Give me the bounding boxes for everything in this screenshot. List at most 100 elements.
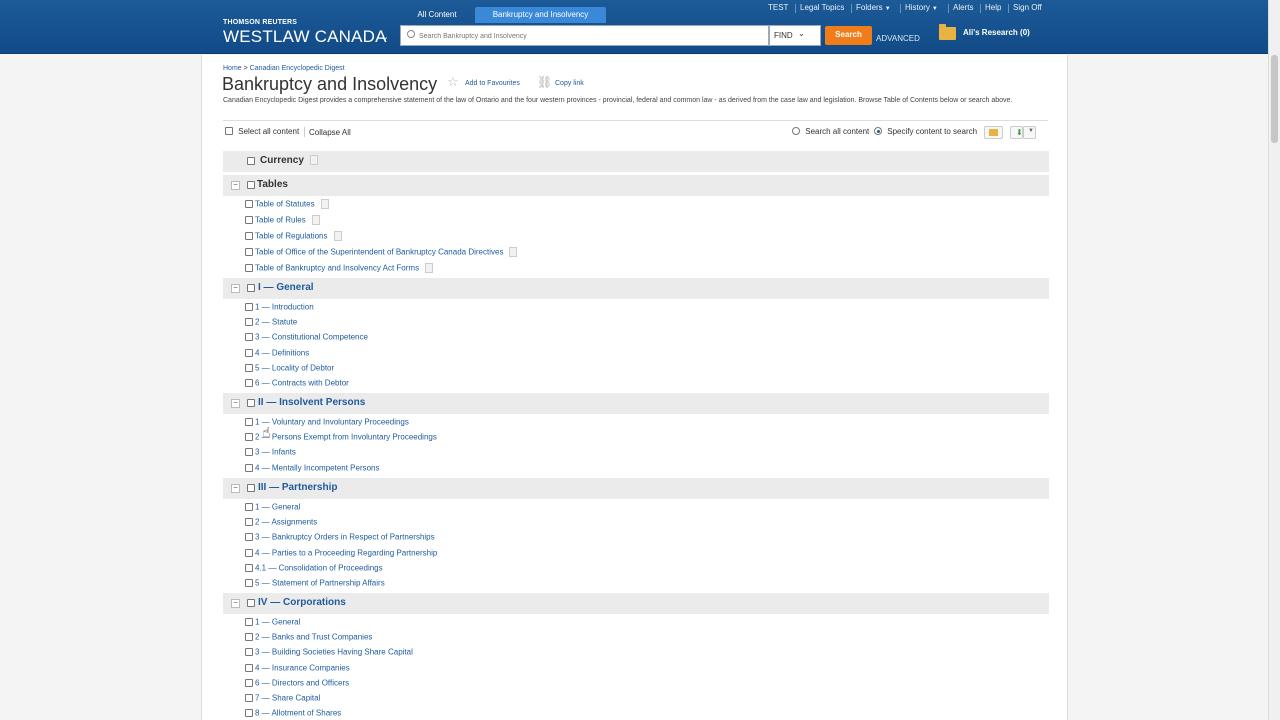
item-checkbox[interactable] xyxy=(245,517,253,526)
item-checkbox[interactable] xyxy=(245,632,253,641)
item-checkbox[interactable] xyxy=(245,693,253,702)
download-options-button[interactable]: ▼ xyxy=(1023,126,1036,139)
toc-link[interactable]: Table of Rules xyxy=(255,216,306,225)
nav-test[interactable]: TEST xyxy=(768,3,788,12)
breadcrumb-home[interactable]: Home xyxy=(223,65,242,72)
item-checkbox[interactable] xyxy=(245,563,253,572)
item-checkbox[interactable] xyxy=(245,502,253,511)
toc-link[interactable]: Table of Bankruptcy and Insolvency Act F… xyxy=(255,264,419,273)
brand-chevron-down-icon[interactable]: ⌄ xyxy=(380,30,389,43)
advanced-search-link[interactable]: ADVANCED xyxy=(876,34,920,43)
section-checkbox[interactable] xyxy=(247,599,255,607)
item-checkbox[interactable] xyxy=(245,348,253,357)
find-dropdown[interactable]: FIND ⌄ xyxy=(769,25,821,46)
document-icon[interactable] xyxy=(509,247,518,257)
section-title[interactable]: Tables xyxy=(257,179,288,190)
research-folder-link[interactable]: Ali's Research (0) xyxy=(963,28,1030,37)
add-to-folder-button[interactable] xyxy=(984,126,1003,139)
toc-link[interactable]: 4 — Mentally Incompetent Persons xyxy=(255,463,380,472)
item-checkbox[interactable] xyxy=(245,532,253,541)
currency-checkbox[interactable] xyxy=(247,157,255,165)
toc-link[interactable]: 6 — Contracts with Debtor xyxy=(255,378,349,387)
toc-link[interactable]: 3 — Infants xyxy=(255,447,296,456)
item-checkbox[interactable] xyxy=(245,647,253,656)
document-icon[interactable] xyxy=(333,231,342,241)
item-checkbox[interactable] xyxy=(245,232,253,240)
document-icon[interactable] xyxy=(425,263,434,273)
section-title[interactable]: III — Partnership xyxy=(258,482,337,493)
section-title[interactable]: IV — Corporations xyxy=(258,597,346,608)
section-title[interactable]: II — Insolvent Persons xyxy=(258,397,365,408)
collapse-toggle-icon[interactable]: − xyxy=(231,284,240,293)
folder-icon[interactable] xyxy=(939,24,956,40)
collapse-toggle-icon[interactable]: − xyxy=(231,599,240,608)
toc-link[interactable]: 4.1 — Consolidation of Proceedings xyxy=(255,563,383,572)
item-checkbox[interactable] xyxy=(245,432,253,441)
item-checkbox[interactable] xyxy=(245,248,253,256)
item-checkbox[interactable] xyxy=(245,332,253,341)
toc-link[interactable]: 3 — Building Societies Having Share Capi… xyxy=(255,647,413,656)
toc-link[interactable]: 1 — Voluntary and Involuntary Proceeding… xyxy=(255,417,409,426)
select-all-checkbox[interactable] xyxy=(225,127,233,135)
toc-link[interactable]: Table of Statutes xyxy=(255,200,315,209)
toc-link[interactable]: 4 — Definitions xyxy=(255,348,309,357)
toc-link[interactable]: Table of Regulations xyxy=(255,232,328,241)
item-checkbox[interactable] xyxy=(245,363,253,372)
item-checkbox[interactable] xyxy=(245,317,253,326)
toc-link[interactable]: 5 — Statement of Partnership Affairs xyxy=(255,578,385,587)
search-all-radio[interactable] xyxy=(792,127,800,135)
item-checkbox[interactable] xyxy=(245,463,253,472)
nav-help[interactable]: Help xyxy=(979,3,1001,13)
toc-link[interactable]: 4 — Insurance Companies xyxy=(255,663,350,672)
document-icon[interactable] xyxy=(311,215,320,225)
toc-link[interactable]: 2 — Persons Exempt from Involuntary Proc… xyxy=(255,432,437,441)
item-checkbox[interactable] xyxy=(245,200,253,208)
toc-link[interactable]: 2 — Banks and Trust Companies xyxy=(255,632,372,641)
collapse-all-link[interactable]: Collapse All xyxy=(309,128,351,137)
section-checkbox[interactable] xyxy=(247,284,255,292)
copy-link[interactable]: Copy link xyxy=(555,80,584,87)
document-icon[interactable] xyxy=(320,199,329,209)
toc-link[interactable]: 3 — Bankruptcy Orders in Respect of Part… xyxy=(255,532,435,541)
item-checkbox[interactable] xyxy=(245,708,253,717)
toc-link[interactable]: 1 — General xyxy=(255,502,300,511)
search-button[interactable]: Search xyxy=(825,26,872,45)
collapse-toggle-icon[interactable]: − xyxy=(231,399,240,408)
item-checkbox[interactable] xyxy=(245,548,253,557)
item-checkbox[interactable] xyxy=(245,663,253,672)
item-checkbox[interactable] xyxy=(245,378,253,387)
item-checkbox[interactable] xyxy=(245,447,253,456)
search-all-option[interactable]: Search all content xyxy=(792,127,869,137)
toc-link[interactable]: 1 — Introduction xyxy=(255,302,314,311)
brand-logo[interactable]: WESTLAW CANADA xyxy=(223,27,387,47)
download-button[interactable]: ⬇ xyxy=(1010,126,1023,139)
select-all-control[interactable]: Select all content xyxy=(225,127,299,137)
item-checkbox[interactable] xyxy=(245,678,253,687)
link-icon[interactable]: ⛓ xyxy=(537,75,552,89)
toc-link[interactable]: Table of Office of the Superintendent of… xyxy=(255,248,503,257)
item-checkbox[interactable] xyxy=(245,216,253,224)
toc-link[interactable]: 6 — Directors and Officers xyxy=(255,678,349,687)
collapse-toggle-icon[interactable]: − xyxy=(231,484,240,493)
nav-sign-off[interactable]: Sign Off xyxy=(1008,3,1042,13)
nav-legal-topics[interactable]: Legal Topics xyxy=(794,3,844,13)
specify-content-radio[interactable] xyxy=(874,127,882,135)
nav-folders[interactable]: Folders ▼ xyxy=(851,3,891,13)
toc-link[interactable]: 5 — Locality of Debtor xyxy=(255,363,334,372)
vertical-scrollbar[interactable] xyxy=(1268,0,1280,720)
item-checkbox[interactable] xyxy=(245,578,253,587)
toc-link[interactable]: 1 — General xyxy=(255,617,300,626)
section-checkbox[interactable] xyxy=(247,484,255,492)
section-checkbox[interactable] xyxy=(247,181,255,189)
toc-link[interactable]: 2 — Statute xyxy=(255,317,297,326)
toc-link[interactable]: 2 — Assignments xyxy=(255,517,317,526)
toc-link[interactable]: 7 — Share Capital xyxy=(255,693,320,702)
search-input[interactable] xyxy=(419,29,759,43)
collapse-toggle-icon[interactable]: − xyxy=(231,181,240,190)
toc-link[interactable]: 3 — Constitutional Competence xyxy=(255,332,368,341)
nav-history[interactable]: History ▼ xyxy=(900,3,938,13)
add-to-favourites-link[interactable]: Add to Favourites xyxy=(465,80,520,87)
section-title[interactable]: I — General xyxy=(258,282,314,293)
breadcrumb-current[interactable]: Canadian Encyclopedic Digest xyxy=(250,65,345,72)
item-checkbox[interactable] xyxy=(245,617,253,626)
